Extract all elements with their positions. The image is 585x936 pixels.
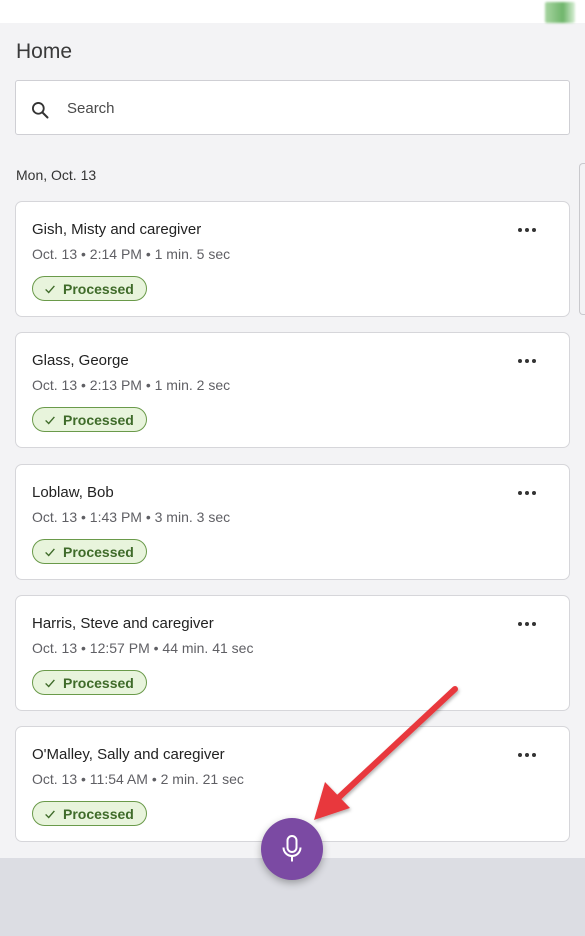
encounter-card[interactable]: Glass, George Oct. 13 • 2:13 PM • 1 min.… bbox=[15, 332, 570, 448]
status-badge: Processed bbox=[32, 539, 147, 564]
check-icon bbox=[45, 809, 55, 819]
status-badge: Processed bbox=[32, 670, 147, 695]
more-options-icon[interactable] bbox=[515, 614, 539, 634]
search-placeholder: Search bbox=[67, 100, 115, 117]
status-label: Processed bbox=[63, 543, 134, 560]
more-options-icon[interactable] bbox=[515, 351, 539, 371]
status-label: Processed bbox=[63, 280, 134, 297]
encounter-meta: Oct. 13 • 1:43 PM • 3 min. 3 sec bbox=[32, 509, 231, 525]
check-icon bbox=[45, 415, 55, 425]
patient-name: Harris, Steve and caregiver bbox=[32, 615, 214, 632]
date-header: Mon, Oct. 13 bbox=[16, 167, 97, 183]
side-scroll-tab[interactable] bbox=[579, 163, 585, 315]
thumbnail-image bbox=[545, 2, 575, 23]
encounter-card[interactable]: Loblaw, Bob Oct. 13 • 1:43 PM • 3 min. 3… bbox=[15, 464, 570, 580]
status-badge: Processed bbox=[32, 407, 147, 432]
patient-name: Gish, Misty and caregiver bbox=[32, 221, 202, 238]
encounter-meta: Oct. 13 • 2:13 PM • 1 min. 2 sec bbox=[32, 377, 231, 393]
status-label: Processed bbox=[63, 411, 134, 428]
page-title: Home bbox=[16, 40, 73, 63]
encounter-card[interactable]: Harris, Steve and caregiver Oct. 13 • 12… bbox=[15, 595, 570, 711]
encounter-meta: Oct. 13 • 12:57 PM • 44 min. 41 sec bbox=[32, 640, 254, 656]
search-input[interactable]: Search bbox=[15, 80, 570, 135]
check-icon bbox=[45, 284, 55, 294]
encounter-meta: Oct. 13 • 11:54 AM • 2 min. 21 sec bbox=[32, 771, 244, 787]
status-badge: Processed bbox=[32, 801, 147, 826]
record-button[interactable] bbox=[261, 818, 323, 880]
more-options-icon[interactable] bbox=[515, 483, 539, 503]
status-label: Processed bbox=[63, 805, 134, 822]
more-options-icon[interactable] bbox=[515, 745, 539, 765]
search-icon bbox=[32, 102, 49, 119]
patient-name: Loblaw, Bob bbox=[32, 484, 114, 501]
status-badge: Processed bbox=[32, 276, 147, 301]
patient-name: O'Malley, Sally and caregiver bbox=[32, 746, 225, 763]
encounter-meta: Oct. 13 • 2:14 PM • 1 min. 5 sec bbox=[32, 246, 231, 262]
top-strip bbox=[0, 0, 585, 23]
encounter-card[interactable]: Gish, Misty and caregiver Oct. 13 • 2:14… bbox=[15, 201, 570, 317]
microphone-icon bbox=[282, 835, 302, 862]
check-icon bbox=[45, 678, 55, 688]
home-page: Home Search Mon, Oct. 13 Gish, Misty and… bbox=[0, 23, 585, 858]
check-icon bbox=[45, 547, 55, 557]
more-options-icon[interactable] bbox=[515, 220, 539, 240]
patient-name: Glass, George bbox=[32, 352, 129, 369]
status-label: Processed bbox=[63, 674, 134, 691]
